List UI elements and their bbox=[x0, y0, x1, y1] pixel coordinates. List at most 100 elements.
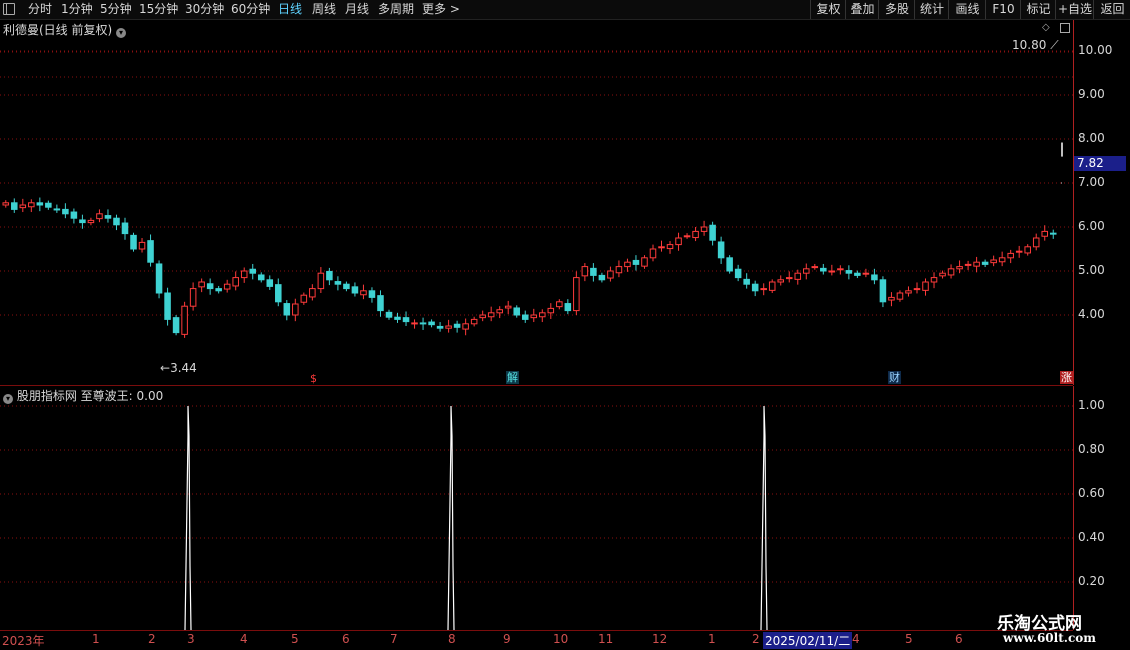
x-tick-label: 3 bbox=[187, 632, 195, 646]
period-tab[interactable]: 60分钟 bbox=[231, 1, 270, 18]
candle-body bbox=[470, 318, 478, 325]
y-tick-label: 0.40 bbox=[1078, 530, 1105, 544]
candle-body bbox=[266, 279, 274, 287]
candle-body bbox=[768, 281, 776, 291]
candle-body bbox=[624, 261, 631, 268]
candle-body bbox=[19, 204, 27, 209]
period-tab[interactable]: 日线 bbox=[278, 1, 302, 18]
candle-body bbox=[232, 277, 239, 287]
candle-body bbox=[564, 303, 572, 312]
candle-body bbox=[45, 202, 52, 208]
candle-body bbox=[368, 290, 376, 298]
candle-body bbox=[521, 314, 529, 320]
toolbar-action-button[interactable]: 画线 bbox=[948, 0, 986, 19]
watermark-url: www.60lt.com bbox=[1003, 631, 1096, 645]
x-tick-label: 2023年 bbox=[2, 634, 45, 648]
candle-body bbox=[215, 288, 222, 292]
candle-body bbox=[820, 267, 827, 272]
y-tick-label: 1.00 bbox=[1078, 398, 1105, 412]
toolbar-action-button[interactable]: 多股 bbox=[878, 0, 915, 19]
candle-body bbox=[879, 279, 887, 303]
period-tab[interactable]: 月线 bbox=[345, 1, 369, 18]
candle-body bbox=[871, 274, 878, 281]
candle-body bbox=[760, 288, 767, 291]
candle-body bbox=[1007, 252, 1014, 259]
candle-body bbox=[155, 263, 163, 294]
cursor-date-label: 2025/02/11/二 bbox=[763, 632, 853, 649]
toolbar-action-button[interactable]: 统计 bbox=[914, 0, 949, 19]
candle-body bbox=[87, 219, 95, 224]
candle-body bbox=[641, 257, 648, 267]
candle-body bbox=[249, 268, 257, 274]
indicator-axis bbox=[1073, 386, 1074, 630]
y-tick-label: 6.00 bbox=[1078, 219, 1105, 233]
toolbar-action-button[interactable]: 叠加 bbox=[845, 0, 879, 19]
toolbar-action-button[interactable]: 返回 bbox=[1093, 0, 1130, 19]
low-price-label: ←3.44 bbox=[160, 361, 197, 375]
period-tab[interactable]: 15分钟 bbox=[139, 1, 178, 18]
candle-body bbox=[240, 270, 248, 279]
candle-body bbox=[632, 259, 640, 265]
candle-body bbox=[317, 272, 325, 290]
candle-body bbox=[675, 237, 682, 246]
candle-body bbox=[803, 268, 810, 274]
candle-body bbox=[53, 208, 61, 211]
candle-body bbox=[590, 267, 597, 276]
x-tick-label: 7 bbox=[390, 632, 398, 646]
candle-body bbox=[36, 202, 44, 206]
window-icon[interactable] bbox=[3, 3, 15, 15]
period-tab[interactable]: 分时 bbox=[28, 1, 52, 18]
candle-body bbox=[292, 303, 299, 316]
candle-body bbox=[360, 290, 367, 296]
period-tab[interactable]: 30分钟 bbox=[185, 1, 224, 18]
main-price-axis bbox=[1073, 20, 1074, 385]
candle-body bbox=[998, 257, 1006, 263]
x-tick-label: 5 bbox=[905, 632, 913, 646]
candle-body bbox=[453, 323, 461, 328]
candle-body bbox=[794, 272, 802, 280]
toolbar-action-button[interactable]: 标记 bbox=[1020, 0, 1056, 19]
candle-body bbox=[734, 268, 742, 279]
candle-body bbox=[283, 303, 291, 316]
y-tick-label: 4.00 bbox=[1078, 307, 1105, 321]
x-tick-label: 6 bbox=[955, 632, 963, 646]
top-toolbar: 分时 1分钟 5分钟 15分钟 30分钟 60分钟 日线 周线 月线 多周期 更多 > 复权 叠加 多股… bbox=[0, 0, 1130, 20]
candle-body bbox=[683, 235, 691, 238]
candle-body bbox=[351, 286, 359, 294]
candle-body bbox=[436, 325, 444, 329]
candle-body bbox=[411, 322, 418, 325]
candle-body bbox=[692, 230, 699, 239]
toolbar-action-button[interactable]: +自选 bbox=[1055, 0, 1094, 19]
candle-body bbox=[394, 316, 401, 320]
signal-spike bbox=[184, 405, 192, 631]
candle-body bbox=[530, 314, 538, 319]
candle-body bbox=[709, 224, 716, 241]
y-tick-label: 0.20 bbox=[1078, 574, 1105, 588]
candle-body bbox=[104, 215, 112, 219]
indicator-chart[interactable] bbox=[0, 386, 1073, 631]
candle-body bbox=[326, 270, 333, 281]
candle-body bbox=[845, 270, 853, 274]
period-tab[interactable]: 更多 > bbox=[422, 1, 460, 18]
unlock-marker[interactable]: 解 bbox=[506, 371, 519, 384]
x-tick-label: 6 bbox=[342, 632, 350, 646]
period-tab[interactable]: 5分钟 bbox=[100, 1, 132, 18]
candle-body bbox=[973, 261, 980, 267]
candle-body bbox=[947, 268, 955, 276]
toolbar-action-button[interactable]: 复权 bbox=[810, 0, 846, 19]
candle-body bbox=[223, 283, 231, 290]
candle-body bbox=[811, 266, 819, 269]
candle-body bbox=[607, 270, 614, 279]
y-tick-label: 0.80 bbox=[1078, 442, 1105, 456]
candlestick-chart[interactable] bbox=[0, 20, 1073, 385]
finance-marker[interactable]: 财 bbox=[888, 371, 901, 384]
period-tab[interactable]: 多周期 bbox=[378, 1, 414, 18]
y-tick-label: 9.00 bbox=[1078, 87, 1105, 101]
period-tab[interactable]: 周线 bbox=[312, 1, 336, 18]
period-tab[interactable]: 1分钟 bbox=[61, 1, 93, 18]
candle-body bbox=[828, 270, 836, 273]
dividend-marker[interactable]: $ bbox=[309, 372, 318, 385]
candle-body bbox=[717, 241, 725, 259]
limit-up-marker[interactable]: 涨 bbox=[1060, 371, 1073, 384]
toolbar-action-button[interactable]: F10 bbox=[985, 0, 1021, 19]
